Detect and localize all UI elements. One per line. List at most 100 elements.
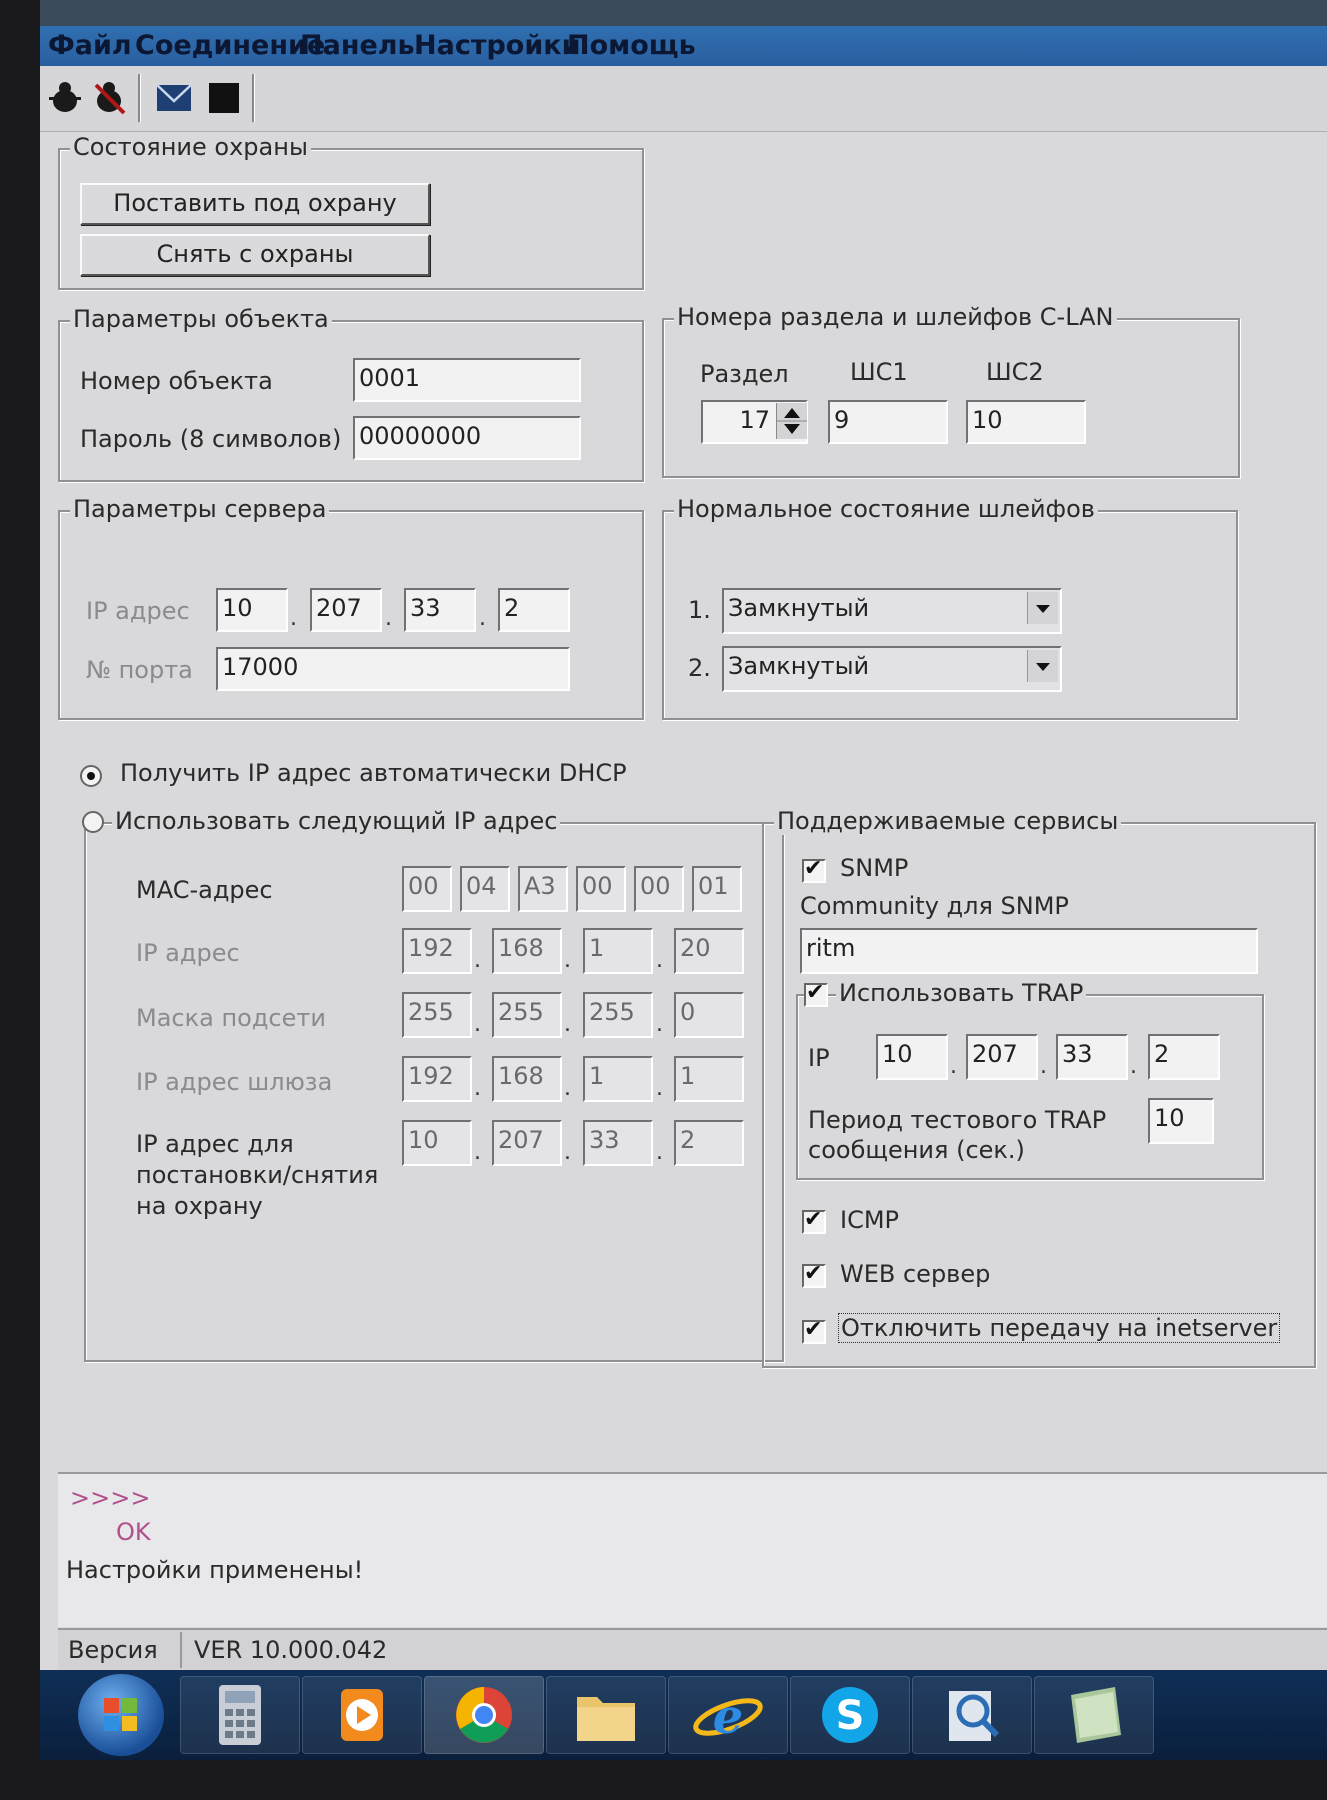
- loop-2-select[interactable]: Замкнутый: [722, 646, 1062, 692]
- gateway-octet-1[interactable]: 192: [402, 1056, 472, 1102]
- mail-icon[interactable]: [155, 79, 193, 117]
- title-bar: [40, 0, 1327, 26]
- mask-octet-4[interactable]: 0: [674, 992, 744, 1038]
- server-ip-octet-4[interactable]: 2: [498, 588, 570, 632]
- ie-icon[interactable]: e: [668, 1676, 788, 1754]
- trap-ip-octet-1[interactable]: 10: [876, 1034, 948, 1080]
- sh1-input[interactable]: 9: [828, 400, 948, 444]
- arm-ip-octet-4[interactable]: 2: [674, 1120, 744, 1166]
- sh2-label: ШС2: [986, 358, 1044, 386]
- mask-octet-2[interactable]: 255: [492, 992, 562, 1038]
- clan-title: Номера раздела и шлейфов C-LAN: [674, 303, 1117, 331]
- inetserver-checkbox[interactable]: [802, 1317, 826, 1344]
- arm-button[interactable]: Поставить под охрану: [80, 183, 430, 225]
- svg-text:e: e: [713, 1689, 744, 1745]
- server-ip-octet-1[interactable]: 10: [216, 588, 288, 632]
- search-tool-icon[interactable]: [912, 1676, 1032, 1754]
- trap-period-input[interactable]: 10: [1148, 1098, 1214, 1144]
- toolbar: [40, 66, 1327, 132]
- menu-settings[interactable]: Настройки: [414, 30, 581, 61]
- app-window: Файл Соединение Панель Настройки Помощь …: [40, 0, 1327, 1670]
- arm-ip-octet-2[interactable]: 207: [492, 1120, 562, 1166]
- menu-bar: Файл Соединение Панель Настройки Помощь: [40, 26, 1327, 66]
- snmp-checkbox[interactable]: [802, 856, 826, 883]
- static-ip-octet-4[interactable]: 20: [674, 928, 744, 974]
- inetserver-label: Отключить передачу на inetserver: [838, 1313, 1281, 1343]
- mac-byte-5[interactable]: 00: [634, 866, 684, 912]
- static-ip-radio[interactable]: [82, 811, 104, 833]
- server-port-input[interactable]: 17000: [216, 647, 570, 691]
- trap-ip-octet-2[interactable]: 207: [966, 1034, 1038, 1080]
- section-spin-buttons[interactable]: [776, 403, 807, 439]
- mac-byte-1[interactable]: 00: [402, 866, 452, 912]
- arm-ip-label-2: постановки/снятия: [136, 1161, 379, 1189]
- static-ip-octet-2[interactable]: 168: [492, 928, 562, 974]
- menu-connection[interactable]: Соединение: [135, 30, 325, 61]
- connect-icon[interactable]: [46, 79, 84, 117]
- password-label: Пароль (8 символов): [80, 425, 342, 453]
- sh2-input[interactable]: 10: [966, 400, 1086, 444]
- object-params-group: Параметры объекта Номер объекта 0001 Пар…: [58, 305, 644, 482]
- object-params-title: Параметры объекта: [70, 305, 332, 333]
- mac-byte-2[interactable]: 04: [460, 866, 510, 912]
- media-player-icon[interactable]: [302, 1676, 422, 1754]
- static-ip-octet-1[interactable]: 192: [402, 928, 472, 974]
- trap-group: Использовать TRAP IP 10 . 207 . 33 . 2 П…: [796, 979, 1264, 1180]
- server-params-group: Параметры сервера IP адрес 10 . 207 . 33…: [58, 495, 644, 720]
- server-ip-label: IP адрес: [86, 597, 190, 625]
- disconnect-icon[interactable]: [90, 79, 128, 117]
- loops-title: Нормальное состояние шлейфов: [674, 495, 1098, 523]
- skype-icon[interactable]: S: [790, 1676, 910, 1754]
- static-ip-group: Использовать следующий IP адрес MAC-адре…: [82, 807, 784, 1362]
- mac-byte-3[interactable]: A3: [518, 866, 568, 912]
- version-value: VER 10.000.042: [194, 1636, 388, 1664]
- toolbar-separator: [252, 74, 255, 122]
- dhcp-radio[interactable]: [80, 765, 102, 787]
- icmp-checkbox[interactable]: [802, 1207, 826, 1234]
- start-orb-icon[interactable]: [78, 1674, 164, 1756]
- mac-byte-6[interactable]: 01: [692, 866, 742, 912]
- gateway-octet-2[interactable]: 168: [492, 1056, 562, 1102]
- sh1-label: ШС1: [850, 358, 908, 386]
- chrome-icon[interactable]: [424, 1676, 544, 1754]
- web-server-checkbox[interactable]: [802, 1261, 826, 1288]
- server-ip-octet-2[interactable]: 207: [310, 588, 382, 632]
- loop-1-select[interactable]: Замкнутый: [722, 588, 1062, 634]
- mac-byte-4[interactable]: 00: [576, 866, 626, 912]
- chevron-down-icon[interactable]: [1027, 592, 1058, 624]
- web-server-label: WEB сервер: [840, 1260, 991, 1288]
- services-title: Поддерживаемые сервисы: [774, 807, 1122, 835]
- menu-panel[interactable]: Панель: [300, 30, 415, 61]
- trap-ip-octet-3[interactable]: 33: [1056, 1034, 1128, 1080]
- gateway-octet-3[interactable]: 1: [583, 1056, 653, 1102]
- gateway-label: IP адрес шлюза: [136, 1068, 333, 1096]
- static-ip-label: Использовать следующий IP адрес: [112, 807, 561, 835]
- arm-ip-octet-1[interactable]: 10: [402, 1120, 472, 1166]
- trap-ip-octet-4[interactable]: 2: [1148, 1034, 1220, 1080]
- static-ip-octet-3[interactable]: 1: [583, 928, 653, 974]
- svg-text:S: S: [836, 1693, 865, 1739]
- disarm-button[interactable]: Снять с охраны: [80, 234, 430, 276]
- notes-icon[interactable]: [1034, 1676, 1154, 1754]
- trap-checkbox[interactable]: [804, 980, 828, 1007]
- arm-ip-octet-3[interactable]: 33: [583, 1120, 653, 1166]
- menu-file[interactable]: Файл: [48, 30, 132, 61]
- gateway-octet-4[interactable]: 1: [674, 1056, 744, 1102]
- stop-icon[interactable]: [205, 79, 243, 117]
- menu-help[interactable]: Помощь: [567, 30, 696, 61]
- password-input[interactable]: 00000000: [353, 416, 581, 460]
- community-input[interactable]: ritm: [800, 928, 1258, 974]
- object-number-input[interactable]: 0001: [353, 358, 581, 402]
- folder-icon[interactable]: [546, 1676, 666, 1754]
- chevron-down-icon[interactable]: [1027, 650, 1058, 682]
- trap-ip-label: IP: [808, 1044, 830, 1072]
- mask-octet-3[interactable]: 255: [583, 992, 653, 1038]
- status-bar: Версия VER 10.000.042: [58, 1628, 1327, 1670]
- loop-1-value: Замкнутый: [728, 594, 870, 622]
- server-ip-octet-3[interactable]: 33: [404, 588, 476, 632]
- server-port-label: № порта: [86, 656, 193, 684]
- loop-2-value: Замкнутый: [728, 652, 870, 680]
- calculator-icon[interactable]: [180, 1676, 300, 1754]
- clan-group: Номера раздела и шлейфов C-LAN Раздел ШС…: [662, 303, 1240, 478]
- mask-octet-1[interactable]: 255: [402, 992, 472, 1038]
